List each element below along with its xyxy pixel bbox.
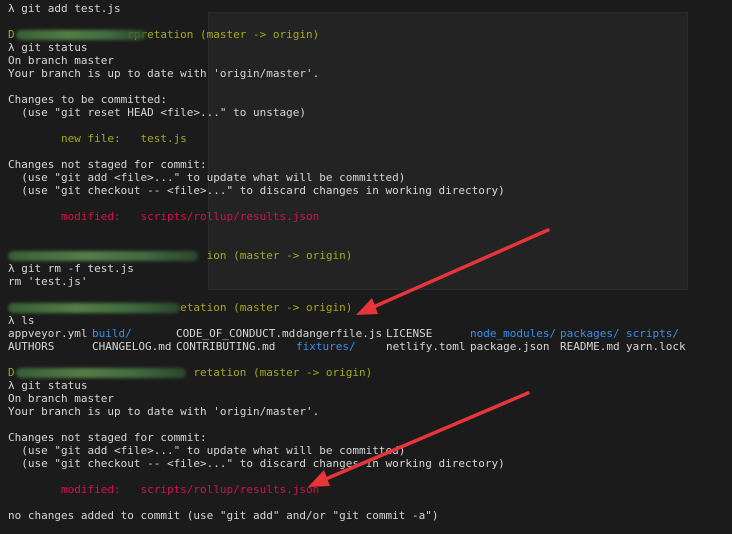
arrow-to-modified-head: [308, 470, 330, 487]
annotation-arrows: [308, 228, 550, 487]
arrow-to-modified: [312, 391, 530, 486]
arrow-to-ls: [360, 228, 550, 314]
arrow-to-ls-head: [356, 298, 378, 315]
